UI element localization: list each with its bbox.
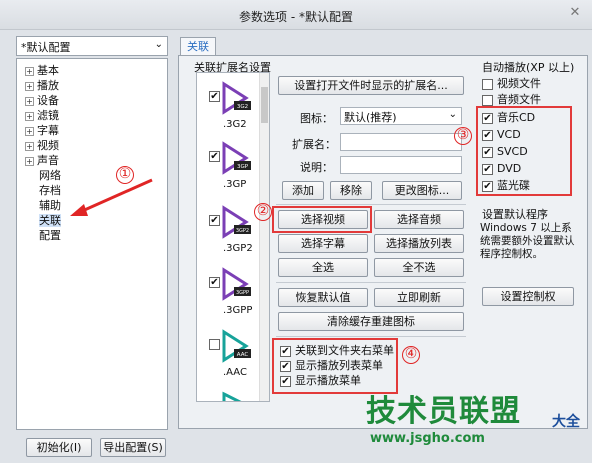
autoplay-audio-files[interactable]: 音频文件 — [482, 92, 541, 107]
select-audio-button[interactable]: 选择音频 — [374, 210, 464, 229]
autoplay-title: 自动播放(XP 以上) — [482, 61, 575, 74]
svg-text:3GP: 3GP — [237, 164, 249, 170]
autoplay-checkbox[interactable] — [482, 78, 493, 90]
highlight-box-2 — [272, 206, 372, 233]
expand-icon[interactable]: + — [25, 81, 34, 91]
desc-label: 说明： — [300, 161, 333, 174]
expand-icon[interactable]: + — [25, 111, 34, 121]
refresh-now-button[interactable]: 立即刷新 — [374, 288, 464, 307]
ext-checkbox[interactable]: ✔ — [209, 151, 220, 162]
expand-icon[interactable]: + — [25, 66, 34, 76]
desc-input[interactable] — [340, 156, 462, 174]
highlight-box-3 — [476, 106, 572, 196]
tree-item-video[interactable]: + 视频 — [25, 138, 167, 153]
expand-icon[interactable]: + — [25, 96, 34, 106]
remove-button[interactable]: 移除 — [330, 181, 372, 200]
icon-label: 图标： — [300, 112, 333, 125]
extension-list[interactable]: ✔ 3G2 .3G2 ✔ 3GP .3GP ✔ 3GP2 .3GP2 ✔ 3GP… — [196, 72, 270, 402]
watermark-url: www.jsgho.com — [370, 431, 485, 446]
expand-icon[interactable]: + — [25, 141, 34, 151]
annotation-3: ③ — [454, 127, 472, 145]
play-file-icon: 3G2 — [222, 81, 251, 115]
tree-item-audio[interactable]: + 声音 — [25, 153, 167, 168]
select-playlist-button[interactable]: 选择播放列表 — [374, 234, 464, 253]
play-file-icon: 3GP — [222, 141, 251, 175]
watermark-brand: 技术员联盟 — [366, 394, 521, 429]
preset-dropdown[interactable]: *默认配置 ⌄ — [16, 36, 168, 56]
rebuild-icons-button[interactable]: 清除缓存重建图标 — [278, 312, 464, 331]
divider — [276, 204, 466, 205]
tree-item-filter[interactable]: + 滤镜 — [25, 108, 167, 123]
list-item[interactable]: ✔ 3G2 .3G2 — [205, 81, 261, 141]
select-subtitle-button[interactable]: 选择字幕 — [278, 234, 368, 253]
ext-name-label: 扩展名： — [292, 138, 336, 151]
play-file-icon: AAC — [222, 329, 251, 363]
tree-item-subtitle[interactable]: + 字幕 — [25, 123, 167, 138]
scrollbar-thumb[interactable] — [261, 87, 268, 123]
set-control-button[interactable]: 设置控制权 — [482, 287, 574, 306]
default-program-title: 设置默认程序 — [482, 208, 548, 221]
ext-checkbox[interactable]: ✔ — [209, 277, 220, 288]
preset-selected: *默认配置 — [21, 41, 71, 54]
add-button[interactable]: 添加 — [282, 181, 324, 200]
ext-checkbox[interactable]: ✔ — [209, 215, 220, 226]
select-all-button[interactable]: 全选 — [278, 258, 368, 277]
play-file-icon: 3GPP — [222, 267, 251, 301]
list-item[interactable]: ✔ 3GP2 .3GP2 — [205, 205, 261, 265]
list-item[interactable]: AAC .AAC — [205, 329, 261, 389]
chevron-down-icon: ⌄ — [448, 109, 457, 120]
window-title: 参数选项 - *默认配置 — [239, 10, 353, 24]
restore-default-button[interactable]: 恢复默认值 — [278, 288, 368, 307]
watermark: 技术员联盟 www.jsgho.com 大全 — [360, 395, 592, 463]
change-icon-button[interactable]: 更改图标... — [382, 181, 462, 200]
initialize-button[interactable]: 初始化(I) — [26, 438, 92, 457]
tree-item-playback[interactable]: + 播放 — [25, 78, 167, 93]
autoplay-checkbox[interactable] — [482, 94, 493, 106]
icon-select[interactable]: 默认(推荐) ⌄ — [340, 107, 462, 125]
export-config-button[interactable]: 导出配置(S) — [100, 438, 166, 457]
ext-name-input[interactable] — [340, 133, 462, 151]
play-file-icon: 3GP2 — [222, 205, 251, 239]
set-ext-display-button[interactable]: 设置打开文件时显示的扩展名... — [278, 76, 464, 95]
tree-item-config[interactable]: 配置 — [25, 228, 167, 243]
svg-text:3GPP: 3GPP — [236, 290, 249, 296]
watermark-side: 大全 — [552, 414, 580, 430]
ext-checkbox[interactable]: ✔ — [209, 91, 220, 102]
list-item[interactable]: ✔ 3GPP .3GPP — [205, 267, 261, 327]
title-bar: 参数选项 - *默认配置 ✕ — [0, 0, 592, 30]
autoplay-video-files[interactable]: 视频文件 — [482, 76, 541, 91]
annotation-2: ② — [254, 203, 272, 221]
play-file-icon — [222, 391, 242, 401]
svg-text:3G2: 3G2 — [237, 104, 248, 110]
ext-checkbox[interactable] — [209, 339, 220, 350]
list-item[interactable]: ✔ 3GP .3GP — [205, 141, 261, 201]
svg-text:3GP2: 3GP2 — [236, 228, 249, 234]
close-icon[interactable]: ✕ — [564, 4, 586, 22]
select-none-button[interactable]: 全不选 — [374, 258, 464, 277]
chevron-down-icon: ⌄ — [154, 39, 163, 50]
tree-item-basic[interactable]: + 基本 — [25, 63, 167, 78]
arrow-annotation-icon — [70, 178, 153, 216]
highlight-box-4 — [272, 338, 398, 394]
divider — [276, 282, 466, 283]
divider — [276, 336, 466, 337]
tab-association[interactable]: 关联 — [180, 37, 216, 56]
settings-tree: + 基本 + 播放 + 设备 + 滤镜 + 字幕 + 视频 + 声音 网络 存档 辅助 关联 … — [16, 58, 168, 430]
expand-icon[interactable]: + — [25, 126, 34, 136]
annotation-4: ④ — [402, 346, 420, 364]
expand-icon[interactable]: + — [25, 156, 34, 166]
default-program-description: Windows 7 以上系统需要额外设置默认程序控制权。 — [480, 222, 575, 260]
tree-item-device[interactable]: + 设备 — [25, 93, 167, 108]
svg-text:AAC: AAC — [237, 352, 249, 358]
